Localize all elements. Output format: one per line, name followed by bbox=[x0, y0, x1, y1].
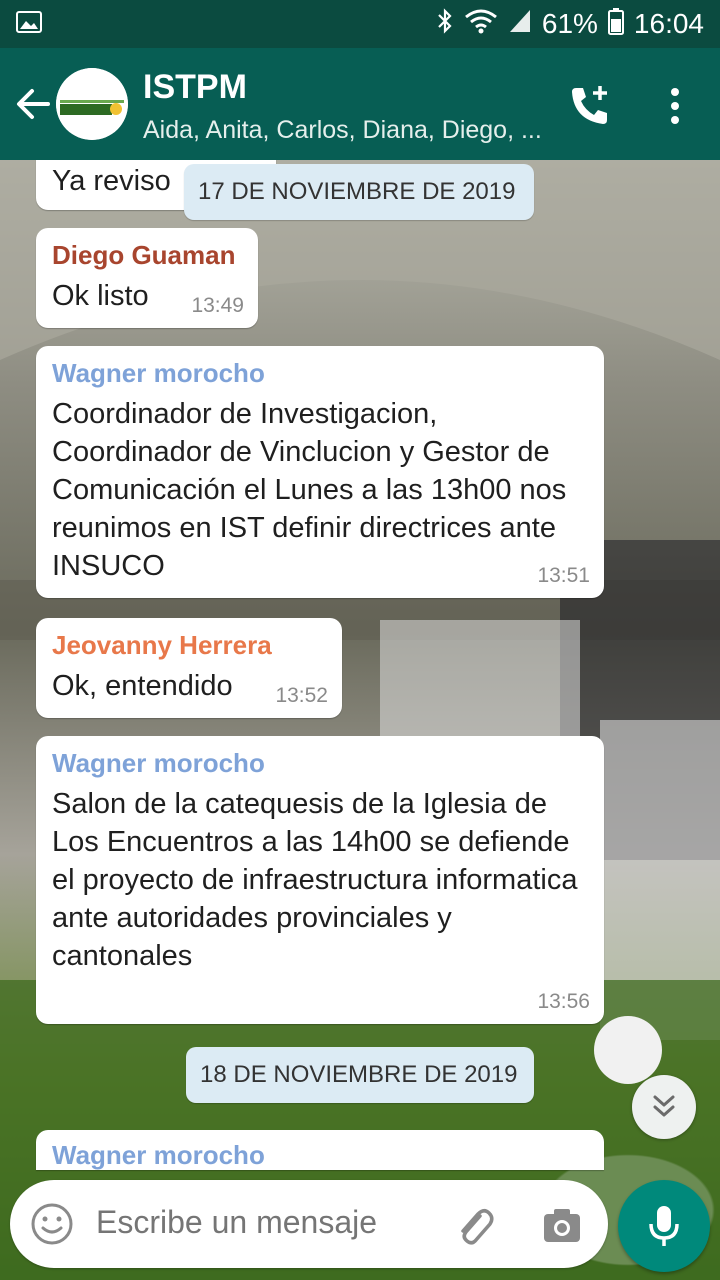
gallery-notification-icon bbox=[16, 8, 42, 40]
message-bubble[interactable]: Wagner morocho Salon de la catequesis de… bbox=[36, 736, 604, 1024]
message-text: Salon de la catequesis de la Iglesia de … bbox=[52, 788, 578, 972]
bluetooth-icon bbox=[436, 7, 454, 42]
voice-message-button[interactable] bbox=[618, 1180, 710, 1272]
message-time: 13:52 bbox=[275, 684, 328, 707]
date-separator: 17 DE NOVIEMBRE DE 2019 bbox=[184, 164, 534, 220]
message-bubble[interactable]: Wagner morocho Coordinador de Investigac… bbox=[36, 346, 604, 598]
message-time: 13:49 bbox=[191, 294, 244, 317]
message-bubble[interactable]: Jeovanny Herrera Ok, entendido 13:52 bbox=[36, 618, 342, 718]
status-indicators: 61% 16:04 bbox=[436, 7, 704, 42]
message-text: Coordinador de Investigacion, Coordinado… bbox=[52, 398, 567, 582]
double-chevron-down-icon bbox=[653, 1095, 675, 1117]
date-separator: 18 DE NOVIEMBRE DE 2019 bbox=[186, 1047, 534, 1103]
chat-header: ISTPM Aida, Anita, Carlos, Diana, Diego,… bbox=[0, 48, 720, 160]
scroll-to-bottom-button[interactable] bbox=[632, 1075, 696, 1139]
more-vert-icon bbox=[671, 88, 679, 124]
group-members[interactable]: Aida, Anita, Carlos, Diana, Diego, ... bbox=[143, 116, 542, 145]
chat-wallpaper: Ya reviso 17 DE NOVIEMBRE DE 2019 Diego … bbox=[0, 160, 720, 1280]
phone-plus-icon bbox=[572, 86, 607, 124]
message-bubble[interactable]: Wagner morocho bbox=[36, 1130, 604, 1170]
message-composer bbox=[10, 1180, 608, 1268]
message-input[interactable] bbox=[96, 1204, 426, 1241]
message-sender[interactable]: Jeovanny Herrera bbox=[52, 630, 326, 661]
paperclip-icon bbox=[461, 1209, 494, 1245]
signal-icon bbox=[508, 8, 532, 41]
date-label: 18 DE NOVIEMBRE DE 2019 bbox=[200, 1061, 518, 1088]
add-call-button[interactable] bbox=[566, 82, 614, 130]
emoji-button[interactable] bbox=[30, 1202, 74, 1246]
message-time: 13:51 bbox=[537, 564, 590, 587]
message-time: 13:56 bbox=[537, 990, 590, 1013]
status-bar: 61% 16:04 bbox=[0, 0, 720, 48]
group-avatar[interactable] bbox=[56, 68, 128, 140]
camera-button[interactable] bbox=[540, 1204, 584, 1248]
message-sender[interactable]: Wagner morocho bbox=[52, 1140, 588, 1170]
message-bubble[interactable]: Diego Guaman Ok listo 13:49 bbox=[36, 228, 258, 328]
camera-icon bbox=[544, 1209, 580, 1242]
microphone-icon bbox=[649, 1206, 679, 1246]
emoji-icon bbox=[31, 1203, 73, 1245]
message-sender[interactable]: Wagner morocho bbox=[52, 358, 588, 389]
battery-icon bbox=[607, 7, 624, 42]
wallpaper-photo bbox=[0, 160, 720, 1280]
back-arrow-icon[interactable] bbox=[14, 84, 54, 124]
wifi-icon bbox=[464, 8, 498, 41]
attach-button[interactable] bbox=[450, 1202, 498, 1250]
battery-percent: 61% bbox=[541, 8, 598, 39]
clock: 16:04 bbox=[633, 8, 704, 39]
date-label: 17 DE NOVIEMBRE DE 2019 bbox=[198, 178, 516, 205]
group-logo bbox=[56, 68, 128, 140]
message-sender[interactable]: Wagner morocho bbox=[52, 748, 588, 779]
group-title[interactable]: ISTPM bbox=[143, 68, 247, 107]
message-sender[interactable]: Diego Guaman bbox=[52, 240, 242, 271]
more-options-button[interactable] bbox=[655, 82, 695, 130]
